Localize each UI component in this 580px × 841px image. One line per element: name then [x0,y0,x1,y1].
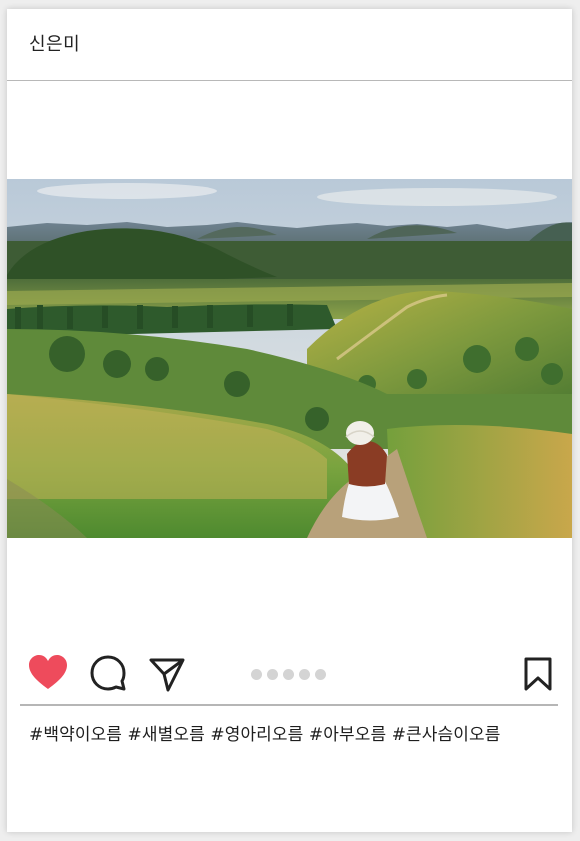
paper-plane-icon[interactable] [148,655,186,693]
carousel-dot [299,669,310,680]
speech-bubble-icon[interactable] [89,654,127,692]
post-photo[interactable] [7,179,572,538]
post-caption-hashtags[interactable]: #백약이오름 #새별오름 #영아리오름 #아부오름 #큰사슴이오름 [29,723,501,747]
post-card: 신은미 #백약이오름 #새별오름 #영아리오름 #아부오름 #큰사슴이오름 [7,9,572,832]
page: 신은미 #백약이오름 #새별오름 #영아리오름 #아부오름 #큰사슴이오름 [0,0,580,841]
carousel-dot [251,669,262,680]
bookmark-icon[interactable] [522,656,554,692]
carousel-dot [283,669,294,680]
username[interactable]: 신은미 [29,34,80,56]
carousel-dot [267,669,278,680]
carousel-indicator [251,669,331,681]
post-header: 신은미 [7,9,572,81]
carousel-dot [315,669,326,680]
heart-icon[interactable] [28,655,68,691]
divider [20,704,558,706]
action-bar [7,649,572,699]
